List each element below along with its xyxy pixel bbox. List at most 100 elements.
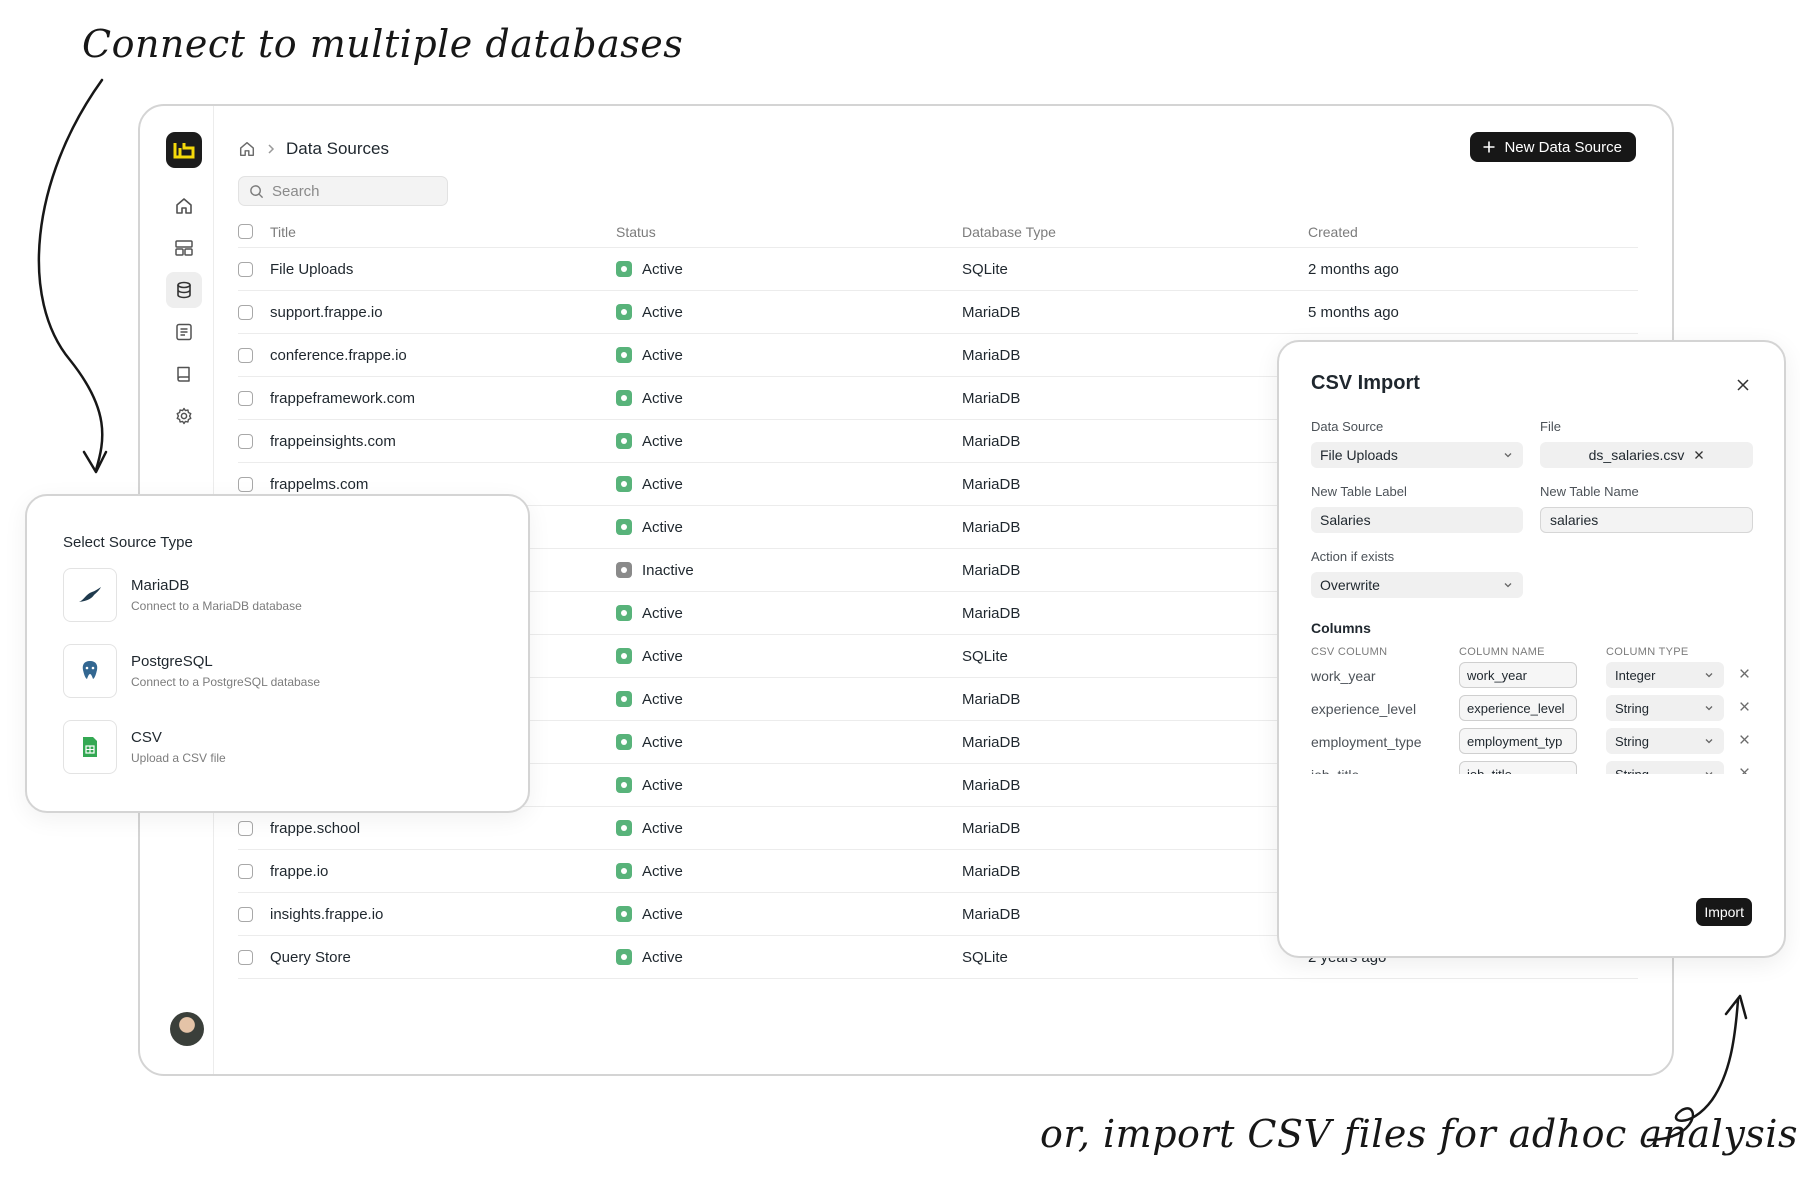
source-option-name: CSV (131, 729, 162, 746)
row-title[interactable]: conference.frappe.io (270, 334, 407, 376)
column-mapping-row: experience_level experience_level String (1311, 695, 1761, 723)
search-input[interactable] (272, 182, 422, 200)
row-status-label: Active (642, 346, 683, 364)
table-name-label: New Table Name (1540, 484, 1639, 499)
new-data-source-button[interactable]: New Data Source (1470, 132, 1636, 162)
column-type-select[interactable]: String (1606, 728, 1724, 754)
row-database-type: MariaDB (962, 346, 1021, 364)
source-panel-heading: Select Source Type (63, 534, 193, 551)
row-checkbox[interactable] (238, 347, 253, 363)
row-title[interactable]: frappe.school (270, 807, 360, 849)
search-box[interactable] (238, 176, 448, 206)
row-status: Active (616, 506, 683, 548)
status-indicator-icon (616, 949, 632, 965)
row-status-label: Active (642, 862, 683, 880)
row-status-label: Active (642, 690, 683, 708)
row-database-type: MariaDB (962, 303, 1021, 321)
status-indicator-icon (616, 734, 632, 750)
row-database-type: SQLite (962, 948, 1008, 966)
chevron-down-icon (1705, 739, 1713, 744)
row-checkbox[interactable] (238, 476, 253, 492)
close-icon[interactable] (1736, 378, 1750, 392)
user-avatar[interactable] (170, 1012, 204, 1046)
status-indicator-icon (616, 691, 632, 707)
columns-list[interactable]: work_year work_year Integer experience_leve… (1311, 662, 1761, 774)
row-checkbox[interactable] (238, 863, 253, 879)
row-database-type: MariaDB (962, 432, 1021, 450)
row-status-label: Active (642, 733, 683, 751)
book-icon (177, 366, 190, 382)
status-indicator-icon (616, 304, 632, 320)
row-title[interactable]: File Uploads (270, 248, 353, 290)
column-name-input[interactable]: employment_typ (1459, 728, 1577, 754)
table-name-input[interactable]: salaries (1540, 507, 1753, 533)
source-option-csv[interactable]: CSV Upload a CSV file (63, 720, 483, 776)
caption-top: Connect to multiple databases (82, 22, 684, 66)
file-chip[interactable]: ds_salaries.csv (1540, 442, 1753, 468)
column-header-column-name: COLUMN NAME (1459, 646, 1545, 658)
row-checkbox[interactable] (238, 390, 253, 406)
column-header-database-type[interactable]: Database Type (962, 216, 1056, 247)
row-status: Inactive (616, 549, 694, 591)
remove-file-icon[interactable] (1694, 450, 1704, 460)
nav-home[interactable] (166, 188, 202, 224)
select-all-checkbox[interactable] (238, 224, 253, 239)
row-title[interactable]: frappe.io (270, 850, 328, 892)
remove-column-icon[interactable] (1739, 734, 1750, 745)
row-status-label: Active (642, 518, 683, 536)
column-header-title[interactable]: Title (270, 216, 296, 247)
data-source-select[interactable]: File Uploads (1311, 442, 1523, 468)
nav-data-sources[interactable] (166, 272, 202, 308)
status-indicator-icon (616, 648, 632, 664)
column-type-select[interactable]: String (1606, 761, 1724, 774)
chevron-down-icon (1705, 673, 1713, 678)
column-name-input[interactable]: work_year (1459, 662, 1577, 688)
row-database-type: SQLite (962, 260, 1008, 278)
column-type-select[interactable]: String (1606, 695, 1724, 721)
select-source-type-panel: Select Source Type MariaDB Connect to a … (25, 494, 530, 813)
home-icon[interactable] (238, 140, 256, 158)
row-checkbox[interactable] (238, 820, 253, 836)
import-button[interactable]: Import (1696, 898, 1752, 926)
table-label-input[interactable]: Salaries (1311, 507, 1523, 533)
source-option-mariadb[interactable]: MariaDB Connect to a MariaDB database (63, 568, 483, 624)
column-name-input[interactable]: experience_level (1459, 695, 1577, 721)
row-title[interactable]: frappeinsights.com (270, 420, 396, 462)
remove-column-icon[interactable] (1739, 767, 1750, 774)
plus-icon (1483, 141, 1495, 153)
nav-queries[interactable] (166, 314, 202, 350)
row-status: Active (616, 807, 683, 849)
column-type-select[interactable]: Integer (1606, 662, 1724, 688)
row-title[interactable]: Query Store (270, 936, 351, 978)
app-logo[interactable] (166, 132, 202, 168)
nav-dashboards[interactable] (166, 230, 202, 266)
table-row[interactable]: File Uploads Active SQLite 2 months ago (238, 248, 1638, 291)
row-status-label: Active (642, 303, 683, 321)
column-name-input[interactable]: job_title (1459, 761, 1577, 774)
column-header-created[interactable]: Created (1308, 216, 1358, 247)
row-title[interactable]: support.frappe.io (270, 291, 383, 333)
remove-column-icon[interactable] (1739, 701, 1750, 712)
status-indicator-icon (616, 605, 632, 621)
table-header: Title Status Database Type Created (238, 216, 1638, 248)
caption-bottom: or, import CSV files for adhoc analysis (1040, 1112, 1798, 1156)
nav-notebooks[interactable] (166, 356, 202, 392)
row-checkbox[interactable] (238, 304, 253, 320)
row-checkbox[interactable] (238, 906, 253, 922)
column-header-status[interactable]: Status (616, 216, 656, 247)
column-type-value: String (1615, 700, 1649, 716)
column-type-value: String (1615, 766, 1649, 775)
table-row[interactable]: support.frappe.io Active MariaDB 5 months a… (238, 291, 1638, 334)
chevron-right-icon (268, 144, 275, 154)
row-title[interactable]: insights.frappe.io (270, 893, 383, 935)
row-checkbox[interactable] (238, 433, 253, 449)
row-title[interactable]: frappeframework.com (270, 377, 415, 419)
row-checkbox[interactable] (238, 949, 253, 965)
nav-settings[interactable] (166, 398, 202, 434)
home-icon (176, 198, 192, 214)
row-checkbox[interactable] (238, 261, 253, 277)
remove-column-icon[interactable] (1739, 668, 1750, 679)
action-if-exists-select[interactable]: Overwrite (1311, 572, 1523, 598)
row-status: Active (616, 936, 683, 978)
source-option-postgresql[interactable]: PostgreSQL Connect to a PostgreSQL datab… (63, 644, 483, 700)
